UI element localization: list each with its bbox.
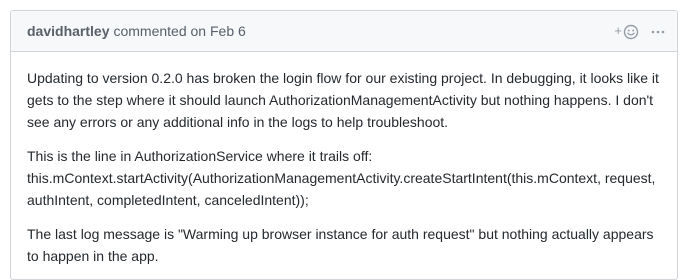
smiley-icon [623,24,639,39]
comment-timestamp[interactable]: commented on Feb 6 [113,23,245,39]
comment-line: This is the line in AuthorizationService… [27,148,373,164]
comment-actions: + [614,11,665,52]
issue-comment: davidhartley commented on Feb 6 + Updati… [10,10,678,280]
comment-paragraph: This is the line in AuthorizationService… [27,145,661,211]
comment-header: davidhartley commented on Feb 6 + [11,11,677,52]
more-options-button[interactable] [651,24,665,40]
add-reaction-button[interactable]: + [614,24,639,40]
comment-paragraph: The last log message is "Warming up brow… [27,226,654,264]
code-line: this.mContext.startActivity(Authorizatio… [27,170,656,208]
comment-body: Updating to version 0.2.0 has broken the… [11,52,677,267]
reaction-plus-label: + [614,23,622,38]
author-link[interactable]: davidhartley [27,23,109,39]
kebab-horizontal-icon [651,30,665,33]
comment-paragraph: Updating to version 0.2.0 has broken the… [27,70,659,130]
